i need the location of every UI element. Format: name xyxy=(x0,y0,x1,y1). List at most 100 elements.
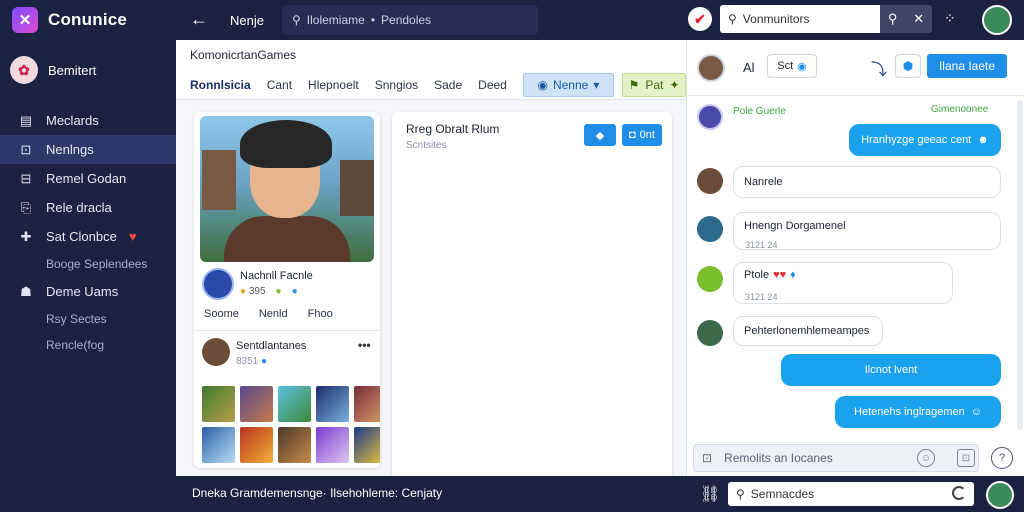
message-text: Hnengn Dorgamenel xyxy=(744,220,846,232)
message-input[interactable]: ⊡ Remolits an Iocanes xyxy=(693,444,979,472)
thumbnail[interactable] xyxy=(202,386,235,422)
card-link-fhoo[interactable]: Fhoo xyxy=(308,308,333,320)
post-panel: Rreg Obralt Rlum Scntsites ◆ ◘ 0nt xyxy=(392,112,672,476)
box-icon: ⊟ xyxy=(20,170,32,186)
bottom-user-avatar[interactable] xyxy=(986,481,1014,509)
right-search-placeholder: Vonmunitors xyxy=(742,12,810,26)
tab-ronnlsicia[interactable]: Ronnlsicia xyxy=(190,73,259,97)
top-search-text: Ilolemiame xyxy=(306,13,365,27)
sidebar-item-nenlngs[interactable]: ⊡ Nenlngs xyxy=(0,135,176,164)
message-avatar[interactable] xyxy=(697,320,723,346)
tab-deed[interactable]: Deed xyxy=(470,73,515,97)
post-action-button[interactable]: ◆ xyxy=(584,124,616,146)
message-avatar[interactable] xyxy=(697,266,723,292)
thumbnail[interactable] xyxy=(240,386,273,422)
hero-building-right xyxy=(340,160,374,216)
message-bubble-in[interactable]: Pehterlonemhlemeampes xyxy=(733,316,883,346)
tab-label: Nenne xyxy=(552,77,589,92)
sidebar-subitem-rencle[interactable]: Rencle(fog xyxy=(0,332,176,358)
card-link-soome[interactable]: Soome xyxy=(204,308,239,320)
close-icon: ✕ xyxy=(913,11,925,26)
users-icon: ☗ xyxy=(20,283,32,299)
sidebar-item-label: Rele dracla xyxy=(46,200,112,215)
card-avatar[interactable] xyxy=(202,268,234,300)
sidebar-subitem-booge[interactable]: Booge Seplendees xyxy=(0,251,176,277)
flag-icon: ⚑ xyxy=(628,77,640,92)
search-separator: • xyxy=(370,13,376,27)
message-input-placeholder: Remolits an Iocanes xyxy=(724,451,833,465)
apps-grid-icon[interactable]: ⁘ xyxy=(944,10,956,27)
bottom-search-placeholder: Semnacdes xyxy=(750,487,815,501)
friend-sub: 8351 ● xyxy=(236,356,267,367)
sidebar-item-label: Rencle(fog xyxy=(46,338,105,352)
sidebar-item-rele-dracla[interactable]: ⎘ Rele dracla xyxy=(0,193,176,222)
top-title: Nenje xyxy=(230,13,264,28)
message-avatar[interactable] xyxy=(697,216,723,242)
sidebar-profile[interactable]: ✿ Bemitert xyxy=(0,52,176,88)
chat-action-button[interactable]: Ilana Iaete xyxy=(927,54,1007,78)
sidebar-item-sat-clonbce[interactable]: ✚ Sat Clonbce ♥ xyxy=(0,222,176,251)
link-icon[interactable]: ⛓ xyxy=(700,484,720,504)
thumbnail[interactable] xyxy=(278,386,311,422)
coin-icon: ● xyxy=(240,286,247,297)
emoji-icon: ☻ xyxy=(977,134,989,146)
message-bubble-out[interactable]: Hranhyzge geeac cent ☻ xyxy=(849,124,1001,156)
emoji-button-icon[interactable]: ☺ xyxy=(917,449,935,467)
copy-icon: ⎘ xyxy=(20,199,32,215)
thumbnail[interactable] xyxy=(240,427,273,463)
post-secondary-button[interactable]: ◘ 0nt xyxy=(622,124,662,146)
sidebar-item-label: Sat Clonbce xyxy=(46,229,117,244)
message-bubble-out[interactable]: Hetenehs inglragemen ☺ xyxy=(835,396,1001,428)
shield-icon[interactable]: ⬢ xyxy=(895,54,921,78)
message-avatar[interactable] xyxy=(697,168,723,194)
thumbnail[interactable] xyxy=(316,386,349,422)
help-button-icon[interactable]: ? xyxy=(991,447,1013,469)
sidebar-item-meclards[interactable]: ▤ Meclards xyxy=(0,106,176,135)
chat-status-label: Sct xyxy=(777,60,794,72)
friend-avatar[interactable] xyxy=(202,338,230,366)
search-go-button[interactable]: ⚲ ✕ xyxy=(880,5,932,33)
thumbnail[interactable] xyxy=(354,386,380,422)
chat-status-pill[interactable]: Sct ◉ xyxy=(767,54,817,78)
tab-hlepnoelt[interactable]: Hlepnoelt xyxy=(300,73,367,97)
message-avatar[interactable] xyxy=(697,104,723,130)
bottom-status-text: Dneka Gramdemensnge· Ilsehohleme: Cenjat… xyxy=(192,486,443,500)
tab-nenne[interactable]: ◉ Nenne ▾ xyxy=(522,72,614,97)
right-search-input[interactable]: ⚲ Vonmunitors xyxy=(720,5,880,33)
top-search-input[interactable]: ⚲ Ilolemiame • Pendoles xyxy=(282,5,538,35)
tab-sade[interactable]: Sade xyxy=(426,73,470,97)
green-badge-icon: ● xyxy=(275,286,282,297)
message-bubble-in[interactable]: Nanrele xyxy=(733,166,1001,198)
more-options-icon[interactable]: ••• xyxy=(358,338,371,352)
message-bubble-out[interactable]: Ilcnot lvent xyxy=(781,354,1001,386)
emoji-icon: ♦ xyxy=(790,269,796,281)
sidebar-item-label: Rsy Sectes xyxy=(46,312,107,326)
sidebar-item-remel-godan[interactable]: ⊟ Remel Godan xyxy=(0,164,176,193)
sidebar-subitem-rsy-sectes[interactable]: Rsy Sectes xyxy=(0,306,176,332)
back-arrow-icon[interactable]: ← xyxy=(190,9,208,30)
card-name: Nachnll Facnle xyxy=(240,270,313,282)
search-icon: ⚲ xyxy=(292,13,301,27)
hero-image[interactable] xyxy=(200,116,374,262)
attach-button-icon[interactable]: ⊡ xyxy=(957,449,975,467)
chat-scrollbar[interactable] xyxy=(1017,100,1023,430)
message-sender-right: Gimenoonee xyxy=(931,104,989,115)
card-link-nenld[interactable]: Nenld xyxy=(259,308,288,320)
thumbs-down-icon[interactable]: ⤵ xyxy=(871,56,887,80)
check-icon[interactable]: ✔ xyxy=(688,7,712,31)
thumbnail[interactable] xyxy=(202,427,235,463)
tab-pat[interactable]: ⚑ Pat ✦ xyxy=(622,72,686,97)
thumbnail[interactable] xyxy=(316,427,349,463)
chat-contact-avatar[interactable] xyxy=(697,54,725,82)
thumbnail[interactable] xyxy=(354,427,380,463)
thumbnail[interactable] xyxy=(278,427,311,463)
sidebar-item-deme-uams[interactable]: ☗ Deme Uams xyxy=(0,277,176,306)
tab-snngios[interactable]: Snngios xyxy=(367,73,426,97)
user-avatar[interactable] xyxy=(982,5,1012,35)
tab-cant[interactable]: Cant xyxy=(259,73,300,97)
bottom-search-input[interactable]: ⚲ Semnacdes xyxy=(728,482,974,506)
sidebar-item-label: Deme Uams xyxy=(46,284,119,299)
message-text: Ilcnot lvent xyxy=(864,364,918,376)
gallery-icon: ⊡ xyxy=(702,451,713,465)
brand[interactable]: ✕ Conunice xyxy=(0,0,176,40)
